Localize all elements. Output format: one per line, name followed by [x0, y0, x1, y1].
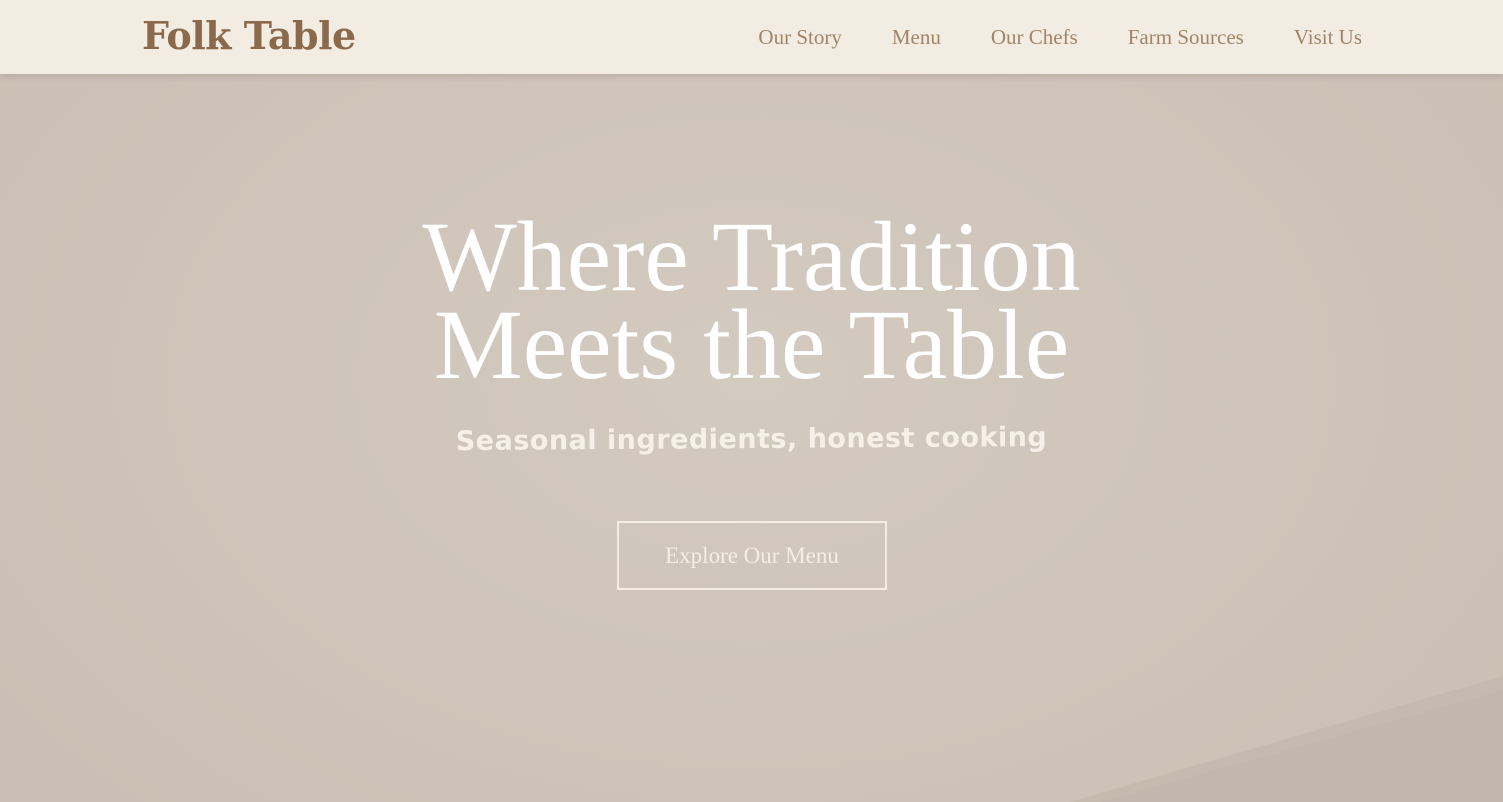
hero-title: Where Tradition Meets the Table [0, 201, 1503, 400]
hero-title-line-1: Where Tradition [422, 201, 1081, 312]
hero-section: Where Tradition Meets the Table Seasonal… [0, 0, 1503, 802]
main-nav: Our Story Menu Our Chefs Farm Sources Vi… [758, 0, 1362, 74]
site-logo[interactable]: Folk Table [142, 14, 356, 58]
nav-item-visit-us[interactable]: Visit Us [1294, 25, 1362, 50]
nav-item-our-chefs[interactable]: Our Chefs [991, 25, 1078, 50]
explore-menu-button[interactable]: Explore Our Menu [617, 521, 887, 590]
hero-subtitle: Seasonal ingredients, honest cooking [455, 421, 1048, 458]
page: Folk Table Our Story Menu Our Chefs Farm… [0, 0, 1503, 802]
nav-item-our-story[interactable]: Our Story [758, 25, 841, 50]
nav-item-farm-sources[interactable]: Farm Sources [1128, 25, 1244, 50]
nav-item-menu[interactable]: Menu [892, 25, 941, 50]
site-header: Folk Table Our Story Menu Our Chefs Farm… [0, 0, 1503, 74]
hero-title-line-2: Meets the Table [433, 289, 1070, 400]
